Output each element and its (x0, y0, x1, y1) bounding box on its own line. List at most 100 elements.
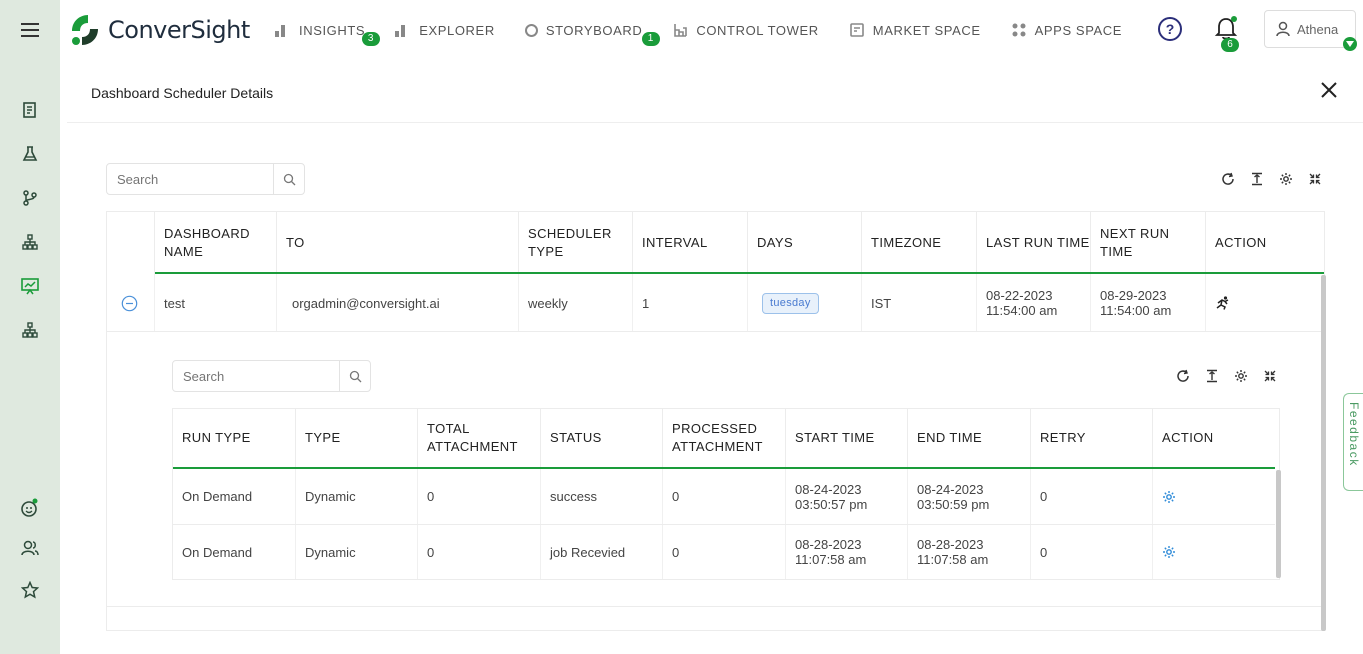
refresh-icon[interactable] (1220, 171, 1236, 187)
col-interval[interactable]: INTERVAL (633, 212, 748, 274)
end-date: 08-28-2023 (917, 537, 984, 552)
chevron-down-icon[interactable] (1343, 37, 1357, 51)
inner-search-input[interactable] (173, 361, 339, 391)
user-name: Athena (1297, 21, 1339, 37)
cell-start-time: 08-24-2023 03:50:57 pm (786, 469, 908, 524)
bar-chart-icon (395, 23, 411, 37)
col-end-time[interactable]: END TIME (908, 409, 1031, 467)
cell-end-time: 08-24-2023 03:50:59 pm (908, 469, 1031, 524)
star-icon[interactable] (20, 580, 40, 600)
column-height-icon[interactable] (1249, 171, 1265, 187)
search-icon (349, 370, 361, 382)
gear-icon (1163, 546, 1175, 558)
users-icon[interactable] (20, 538, 40, 558)
feedback-label: Feedback (1347, 402, 1361, 467)
col-last-run-time[interactable]: LAST RUN TIME (977, 212, 1091, 274)
fullscreen-exit-icon[interactable] (1262, 368, 1278, 384)
report-icon[interactable] (20, 100, 40, 120)
collapse-row-button[interactable] (107, 274, 155, 332)
expand-column-header (107, 212, 155, 274)
run-now-button[interactable] (1215, 296, 1231, 310)
col-to[interactable]: TO (277, 212, 519, 274)
fullscreen-exit-icon[interactable] (1307, 171, 1323, 187)
col-retry[interactable]: RETRY (1031, 409, 1153, 467)
main-nav: INSIGHTS 3 EXPLORER STORYBOARD 1 CONTROL… (275, 0, 1152, 60)
cell-dashboard-name: test (155, 274, 277, 332)
col-processed-attachment[interactable]: PROCESSED ATTACHMENT (663, 409, 786, 467)
branch-icon[interactable] (20, 188, 40, 208)
start-time: 03:50:57 pm (795, 496, 868, 512)
col-timezone[interactable]: TIMEZONE (862, 212, 977, 274)
column-height-icon[interactable] (1204, 368, 1220, 384)
bot-icon[interactable] (20, 498, 40, 518)
refresh-icon[interactable] (1175, 368, 1191, 384)
settings-icon[interactable] (1278, 171, 1294, 187)
outer-table-scrollbar[interactable] (1321, 275, 1326, 631)
help-icon[interactable]: ? (1158, 17, 1182, 41)
outer-search-button[interactable] (273, 164, 304, 194)
nav-apps-space[interactable]: APPS SPACE (1011, 22, 1122, 38)
conversight-logo-icon (72, 15, 98, 45)
settings-icon[interactable] (1233, 368, 1249, 384)
col-inner-action: ACTION (1162, 430, 1214, 445)
notification-count-badge: 6 (1221, 38, 1239, 52)
col-status[interactable]: STATUS (541, 409, 663, 467)
end-date: 08-24-2023 (917, 481, 984, 497)
nav-control-tower[interactable]: CONTROL TOWER (672, 22, 818, 38)
nav-insights-label: INSIGHTS (299, 22, 366, 38)
outer-search (106, 163, 305, 195)
brand-logo[interactable]: ConverSight (68, 13, 250, 47)
cell-days: tuesday (748, 274, 862, 332)
col-type[interactable]: TYPE (296, 409, 418, 467)
col-total-attachment[interactable]: TOTAL ATTACHMENT (418, 409, 541, 467)
inner-search-button[interactable] (339, 361, 370, 391)
row-settings-button[interactable] (1162, 545, 1176, 559)
feedback-tab[interactable]: Feedback (1343, 393, 1363, 491)
nav-apps-space-label: APPS SPACE (1034, 22, 1123, 38)
cell-action (1206, 274, 1324, 332)
hierarchy-icon[interactable] (20, 232, 40, 252)
cell-total-attachment: 0 (418, 469, 541, 524)
nav-control-tower-label: CONTROL TOWER (696, 22, 819, 38)
col-dashboard-name[interactable]: DASHBOARD NAME (155, 212, 277, 274)
nav-storyboard-label: STORYBOARD (545, 22, 643, 38)
close-icon[interactable] (1317, 78, 1341, 102)
col-scheduler-type[interactable]: SCHEDULER TYPE (519, 212, 633, 274)
storyboard-count-badge: 1 (641, 31, 660, 46)
inner-table-toolbar (1175, 368, 1278, 384)
col-next-run-time[interactable]: NEXT RUN TIME (1091, 212, 1206, 274)
col-days[interactable]: DAYS (748, 212, 862, 274)
user-menu[interactable]: Athena (1264, 10, 1357, 51)
panel-title: Dashboard Scheduler Details (91, 85, 274, 101)
col-run-type[interactable]: RUN TYPE (173, 409, 296, 467)
panel-divider (67, 122, 1363, 123)
inner-table-scrollbar[interactable] (1276, 470, 1281, 578)
user-icon (1276, 21, 1290, 37)
menu-icon[interactable] (0, 0, 60, 60)
presentation-icon[interactable] (20, 276, 40, 296)
cell-to: orgadmin@conversight.ai (277, 274, 519, 332)
flask-icon[interactable] (20, 144, 40, 164)
col-action: ACTION (1215, 235, 1267, 250)
notifications-button[interactable]: 6 (1214, 16, 1239, 52)
cell-timezone: IST (862, 274, 977, 332)
outer-search-input[interactable] (107, 164, 273, 194)
top-bar: ConverSight INSIGHTS 3 EXPLORER STORYBOA… (0, 0, 1363, 60)
nav-market-space[interactable]: MARKET SPACE (849, 22, 981, 38)
insights-count-badge: 3 (362, 31, 380, 46)
start-date: 08-24-2023 (795, 481, 862, 497)
cell-processed-attachment: 0 (663, 469, 786, 524)
tower-icon (674, 24, 688, 37)
sitemap-icon[interactable] (20, 320, 40, 340)
row-settings-button[interactable] (1162, 490, 1176, 504)
col-start-time[interactable]: START TIME (786, 409, 908, 467)
nav-insights[interactable]: INSIGHTS 3 (275, 22, 380, 46)
start-time: 11:07:58 am (795, 552, 867, 567)
nav-storyboard[interactable]: STORYBOARD 1 (524, 22, 660, 46)
help-label: ? (1165, 21, 1175, 37)
nav-explorer[interactable]: EXPLORER (395, 23, 495, 38)
market-icon (849, 23, 864, 37)
last-run-date: 08-22-2023 (986, 288, 1053, 303)
cell-end-time: 08-28-2023 11:07:58 am (908, 525, 1031, 579)
cell-scheduler-type: weekly (519, 274, 633, 332)
